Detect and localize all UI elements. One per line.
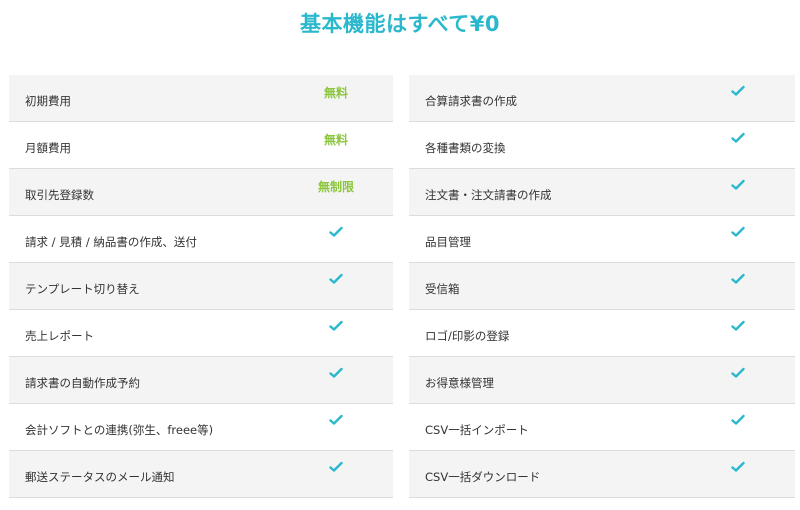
feature-label: 売上レポート xyxy=(25,329,94,343)
feature-label: 月額費用 xyxy=(25,141,71,155)
feature-label: 会計ソフトとの連携(弥生、freee等) xyxy=(25,423,214,437)
feature-row: CSV一括インポート xyxy=(409,404,795,451)
feature-row: 品目管理 xyxy=(409,216,795,263)
feature-row: 各種書類の変換 xyxy=(409,122,795,169)
feature-label: 郵送ステータスのメール通知 xyxy=(25,470,175,484)
check-icon xyxy=(731,179,745,191)
page-title: 基本機能はすべて¥0 xyxy=(300,12,500,36)
feature-row: 月額費用 無料 xyxy=(9,122,393,169)
check-icon xyxy=(731,414,745,426)
check-icon xyxy=(329,320,343,332)
check-icon xyxy=(731,320,745,332)
feature-label: 受信箱 xyxy=(425,282,460,296)
feature-table-left: 初期費用 無料 月額費用 無料 取引先登録数 無制限 請求 / 見積 / 納品書… xyxy=(9,75,393,498)
feature-row: 注文書・注文請書の作成 xyxy=(409,169,795,216)
check-icon xyxy=(329,414,343,426)
check-icon xyxy=(329,273,343,285)
feature-row: 合算請求書の作成 xyxy=(409,75,795,122)
feature-table-right: 合算請求書の作成 各種書類の変換 注文書・注文請書の作成 品目管理 受信箱 ロゴ… xyxy=(409,75,795,498)
feature-label: CSV一括インポート xyxy=(425,423,529,437)
feature-label: 合算請求書の作成 xyxy=(425,94,517,108)
check-icon xyxy=(731,132,745,144)
feature-row: ロゴ/印影の登録 xyxy=(409,310,795,357)
feature-label: CSV一括ダウンロード xyxy=(425,470,541,484)
feature-row: CSV一括ダウンロード xyxy=(409,451,795,498)
feature-row: お得意様管理 xyxy=(409,357,795,404)
feature-row: 郵送ステータスのメール通知 xyxy=(9,451,393,498)
feature-row: 請求 / 見積 / 納品書の作成、送付 xyxy=(9,216,393,263)
feature-label: 注文書・注文請書の作成 xyxy=(425,188,552,202)
feature-row: 初期費用 無料 xyxy=(9,75,393,122)
feature-label: 請求 / 見積 / 納品書の作成、送付 xyxy=(25,235,197,249)
feature-row: 売上レポート xyxy=(9,310,393,357)
feature-label: ロゴ/印影の登録 xyxy=(425,329,510,343)
feature-value: 無制限 xyxy=(317,180,354,194)
check-icon xyxy=(731,367,745,379)
feature-value: 無料 xyxy=(323,133,348,147)
feature-row: 請求書の自動作成予約 xyxy=(9,357,393,404)
feature-row: 取引先登録数 無制限 xyxy=(9,169,393,216)
feature-label: 取引先登録数 xyxy=(25,188,94,202)
feature-row: 受信箱 xyxy=(409,263,795,310)
feature-label: 各種書類の変換 xyxy=(425,141,506,155)
feature-row: テンプレート切り替え xyxy=(9,263,393,310)
feature-label: 品目管理 xyxy=(425,235,471,249)
feature-value: 無料 xyxy=(323,86,348,100)
check-icon xyxy=(731,85,745,97)
check-icon xyxy=(731,273,745,285)
feature-label: お得意様管理 xyxy=(425,376,494,390)
check-icon xyxy=(329,367,343,379)
check-icon xyxy=(329,461,343,473)
feature-label: 請求書の自動作成予約 xyxy=(25,376,140,390)
check-icon xyxy=(731,226,745,238)
feature-label: テンプレート切り替え xyxy=(25,282,140,296)
check-icon xyxy=(731,461,745,473)
feature-label: 初期費用 xyxy=(25,94,71,108)
check-icon xyxy=(329,226,343,238)
feature-row: 会計ソフトとの連携(弥生、freee等) xyxy=(9,404,393,451)
